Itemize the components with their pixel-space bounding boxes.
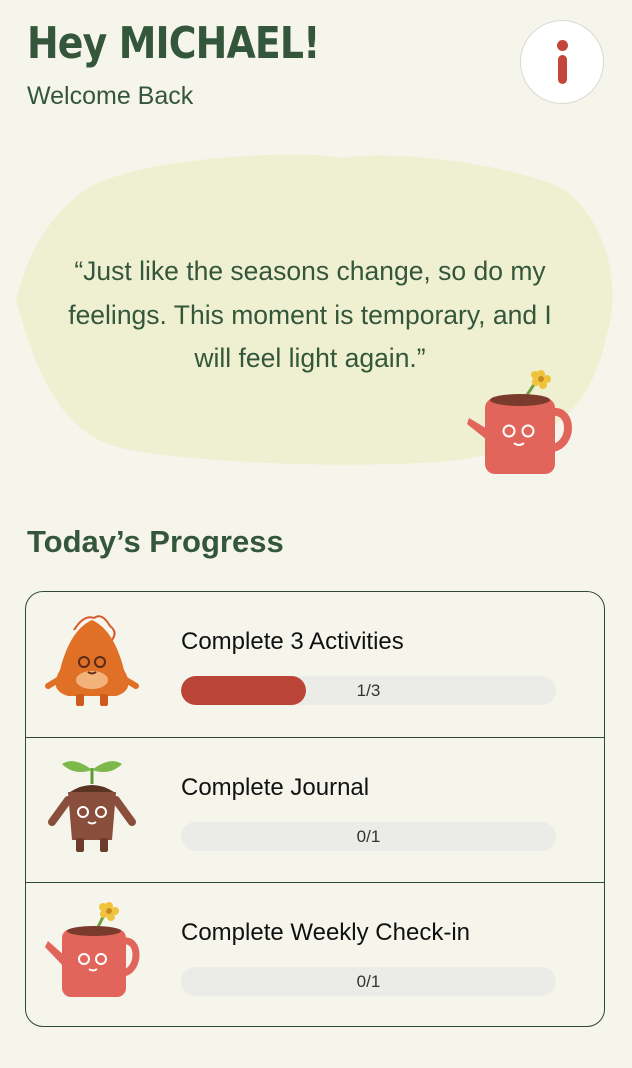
progress-count: 0/1 <box>356 972 381 991</box>
progress-item-journal[interactable]: Complete Journal 0/1 <box>26 737 604 883</box>
progress-bar: 0/1 <box>181 967 556 996</box>
progress-item-label: Complete Journal <box>181 774 370 801</box>
progress-item-weekly-checkin[interactable]: Complete Weekly Check-in 0/1 <box>26 882 604 1026</box>
welcome-subtitle: Welcome Back <box>27 82 194 110</box>
progress-bar: 0/1 <box>181 822 556 851</box>
progress-item-activities[interactable]: Complete 3 Activities 1/3 <box>26 592 604 737</box>
info-button[interactable] <box>520 20 604 104</box>
progress-item-label: Complete Weekly Check-in <box>181 919 470 946</box>
watering-can-mascot-icon <box>45 902 140 997</box>
progress-bar: 1/3 <box>181 676 556 705</box>
motivational-quote: “Just like the seasons change, so do my … <box>68 256 552 373</box>
orange-flame-mascot-icon <box>45 615 139 706</box>
sprout-pot-mascot-icon <box>48 761 136 852</box>
watering-can-mascot-icon <box>467 370 572 474</box>
greeting-title: Hey MICHAEL! <box>27 18 320 69</box>
progress-section-title: Today’s Progress <box>27 524 284 559</box>
progress-count: 0/1 <box>356 827 381 846</box>
progress-item-label: Complete 3 Activities <box>181 628 404 655</box>
progress-card: Complete 3 Activities 1/3 Complete Journ… <box>25 591 605 1027</box>
progress-count: 1/3 <box>356 681 381 700</box>
